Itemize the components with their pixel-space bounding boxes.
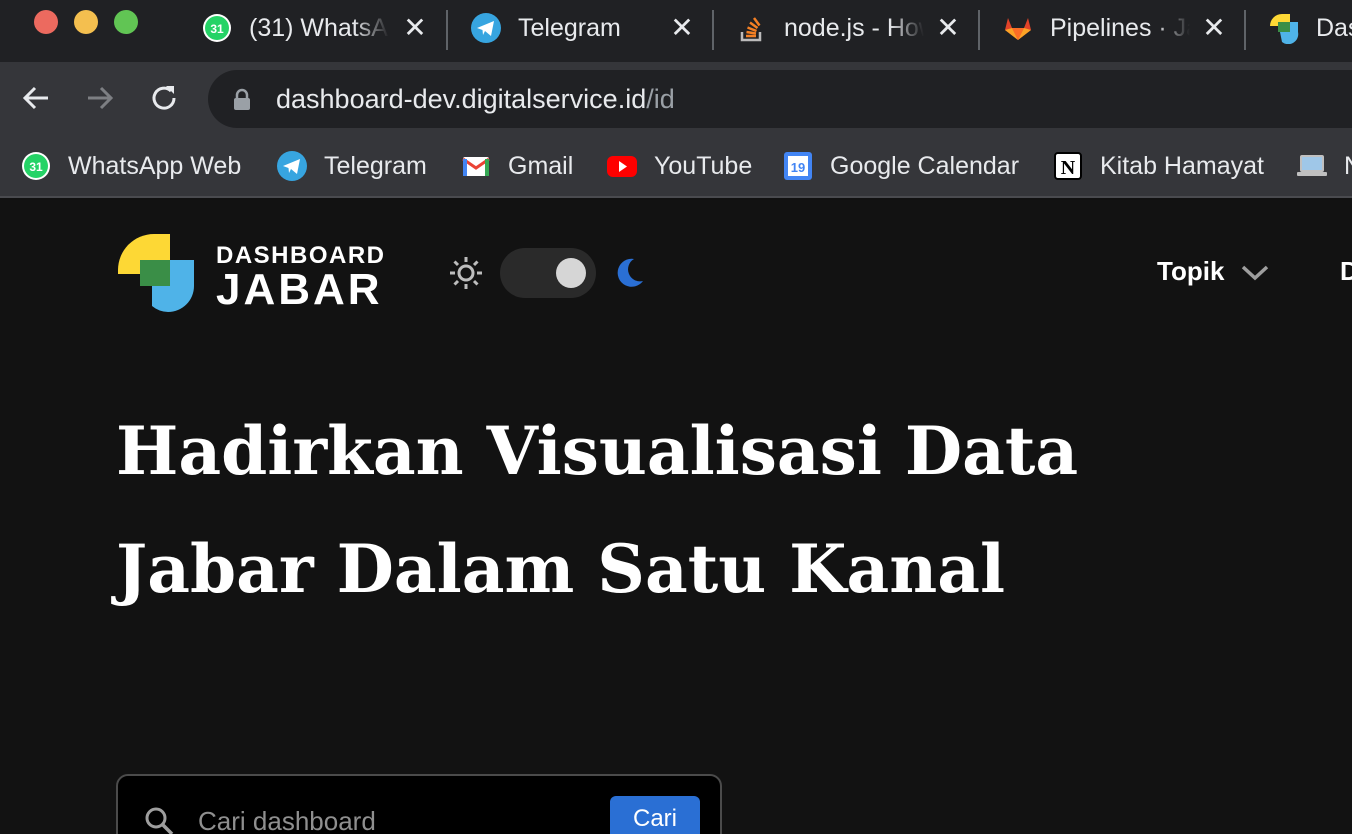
bookmark-label: YouTube xyxy=(654,151,753,180)
tab-separator xyxy=(978,10,980,50)
svg-text:31: 31 xyxy=(29,160,43,174)
arrow-right-icon xyxy=(88,86,114,110)
tab-title: node.js - How xyxy=(784,13,924,42)
tab-title: Das xyxy=(1316,13,1352,42)
bookmark-label: N xyxy=(1344,152,1352,181)
whatsapp-icon: 31 xyxy=(201,12,233,44)
browser-toolbar: dashboard-dev.digitalservice.id/id xyxy=(0,62,1352,134)
bookmark-label: Kitab Hamayat xyxy=(1100,151,1264,180)
chevron-down-icon xyxy=(1242,265,1269,280)
window-zoom-button[interactable] xyxy=(114,10,138,34)
gmail-icon xyxy=(460,150,492,182)
search-icon xyxy=(144,806,174,834)
dashboard-jabar-logo-icon xyxy=(118,234,194,312)
tab-whatsapp[interactable]: 31 (31) WhatsApp ✕ xyxy=(201,6,429,50)
calendar-icon: 19 xyxy=(782,150,814,182)
telegram-icon xyxy=(470,12,502,44)
tab-close-icon[interactable]: ✕ xyxy=(668,14,696,42)
laptop-icon xyxy=(1296,150,1328,182)
forward-button[interactable] xyxy=(80,78,120,118)
svg-text:19: 19 xyxy=(791,160,805,175)
bookmark-telegram[interactable]: Telegram xyxy=(276,146,427,186)
page-viewport: DASHBOARD JABAR Topik D Hadirkan Visuali… xyxy=(0,200,1352,834)
nav-topik-dropdown[interactable]: Topik xyxy=(1157,256,1270,287)
svg-text:N: N xyxy=(1061,157,1076,179)
arrow-left-icon xyxy=(22,86,48,110)
moon-icon[interactable] xyxy=(612,256,646,290)
bookmark-label: WhatsApp Web xyxy=(68,151,242,180)
back-button[interactable] xyxy=(16,78,56,118)
tab-title: (31) WhatsApp xyxy=(249,13,389,42)
hero-title: Hadirkan Visualisasi Data Jabar Dalam Sa… xyxy=(116,392,1216,628)
window-close-button[interactable] xyxy=(34,10,58,34)
tab-telegram[interactable]: Telegram ✕ xyxy=(470,6,696,50)
bookmark-label: Gmail xyxy=(508,151,574,180)
dashboard-search-box: Cari xyxy=(116,774,722,834)
site-logo[interactable]: DASHBOARD JABAR xyxy=(118,234,388,314)
tab-separator xyxy=(446,10,448,50)
search-input[interactable] xyxy=(198,806,598,834)
search-button[interactable]: Cari xyxy=(610,796,700,834)
tab-dashboard-jabar[interactable]: Das xyxy=(1268,6,1352,50)
hero-line-1: Hadirkan Visualisasi Data xyxy=(116,412,1079,490)
bookmark-laptop[interactable]: N xyxy=(1296,146,1352,186)
notion-icon: N xyxy=(1052,150,1084,182)
tab-stackoverflow[interactable]: node.js - How ✕ xyxy=(736,6,962,50)
nav-topik-label: Topik xyxy=(1157,256,1225,286)
nav-item-cut[interactable]: D xyxy=(1340,256,1352,287)
lock-icon xyxy=(232,88,252,117)
bookmark-label: Telegram xyxy=(324,151,427,180)
url-text: dashboard-dev.digitalservice.id/id xyxy=(276,84,675,115)
bookmark-whatsapp[interactable]: 31 WhatsApp Web xyxy=(20,146,241,186)
sun-icon[interactable] xyxy=(448,255,484,291)
toggle-knob xyxy=(556,258,586,288)
tab-separator xyxy=(712,10,714,50)
logo-text-jabar: JABAR xyxy=(216,265,383,314)
tab-close-icon[interactable]: ✕ xyxy=(934,14,962,42)
bookmark-youtube[interactable]: YouTube xyxy=(606,146,752,186)
browser-tab-strip: 31 (31) WhatsApp ✕ Telegram ✕ node.js - … xyxy=(0,0,1352,62)
whatsapp-icon: 31 xyxy=(20,150,52,182)
telegram-icon xyxy=(276,150,308,182)
bookmark-google-calendar[interactable]: 19 Google Calendar xyxy=(782,146,1019,186)
bookmark-gmail[interactable]: Gmail xyxy=(460,146,573,186)
tab-close-icon[interactable]: ✕ xyxy=(401,14,429,42)
reload-button[interactable] xyxy=(144,78,184,118)
bookmark-label: Google Calendar xyxy=(830,151,1020,180)
tab-gitlab[interactable]: Pipelines · Ja ✕ xyxy=(1002,6,1228,50)
tab-title: Pipelines · Ja xyxy=(1050,13,1190,42)
bookmarks-bar: 31 WhatsApp Web Telegram Gmail YouTube 1… xyxy=(0,134,1352,198)
stackoverflow-icon xyxy=(736,12,768,44)
url-path: /id xyxy=(646,84,675,114)
bookmark-kitab-hamayat[interactable]: N Kitab Hamayat xyxy=(1052,146,1264,186)
address-bar[interactable]: dashboard-dev.digitalservice.id/id xyxy=(208,70,1352,128)
gitlab-icon xyxy=(1002,12,1034,44)
dark-mode-toggle[interactable] xyxy=(500,248,596,298)
hero-line-2: Jabar Dalam Satu Kanal xyxy=(116,530,1006,608)
dashboard-jabar-icon xyxy=(1268,12,1300,44)
url-host: dashboard-dev.digitalservice.id xyxy=(276,84,647,114)
tab-title: Telegram xyxy=(518,13,621,42)
reload-icon xyxy=(152,86,176,110)
theme-switcher xyxy=(448,248,646,298)
tab-close-icon[interactable]: ✕ xyxy=(1200,14,1228,42)
tab-separator xyxy=(1244,10,1246,50)
window-minimize-button[interactable] xyxy=(74,10,98,34)
svg-text:31: 31 xyxy=(210,22,224,36)
youtube-icon xyxy=(606,150,638,182)
